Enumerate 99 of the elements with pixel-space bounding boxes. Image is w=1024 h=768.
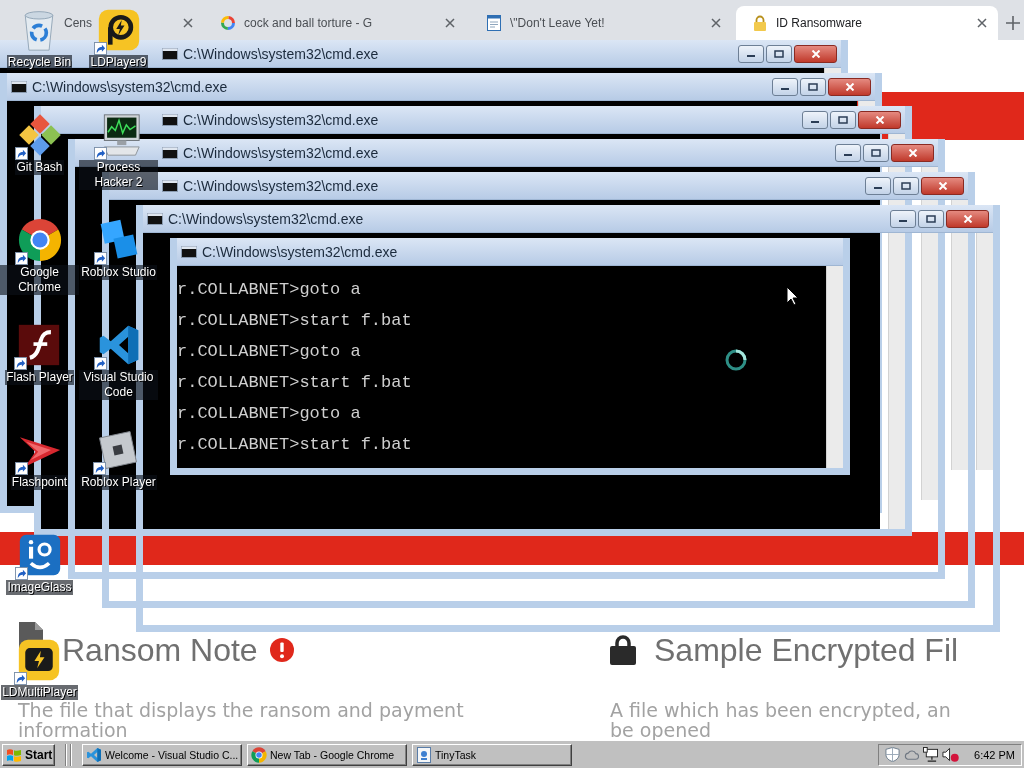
f-logo-icon[interactable] [17, 323, 62, 367]
minimize-button[interactable] [738, 44, 764, 63]
window-title: C:\Windows\system32\cmd.exe [183, 111, 379, 128]
alert-icon [269, 638, 294, 662]
maximize-button[interactable] [800, 77, 826, 96]
minimize-button[interactable] [890, 209, 916, 228]
window-app-icon [416, 746, 432, 763]
maximize-button[interactable] [830, 110, 856, 129]
console-line: r.COLLABNET>start f.bat [177, 434, 412, 456]
console-icon [11, 80, 27, 93]
icon-label[interactable]: ImageGlass [6, 580, 73, 595]
close-button[interactable] [794, 44, 837, 63]
window-title: C:\Windows\system32\cmd.exe [202, 243, 398, 260]
plus-icon[interactable] [1006, 16, 1020, 30]
browser-tab[interactable]: \"Don't Leave Yet! [470, 6, 732, 40]
padlock-icon [610, 635, 636, 665]
maximize-button[interactable] [918, 209, 944, 228]
loading-spinner-icon [725, 349, 747, 371]
window-title: C:\Windows\system32\cmd.exe [183, 177, 379, 194]
close-icon [810, 49, 821, 58]
icon-label[interactable]: Git Bash [15, 160, 64, 175]
console-line: r.COLLABNET>goto a [177, 341, 361, 363]
console-line: r.COLLABNET>goto a [177, 403, 361, 425]
flag-icon [6, 746, 22, 763]
maximize-icon [901, 181, 911, 190]
console-line: r.COLLABNET>start f.bat [177, 310, 412, 332]
icon-label[interactable]: LDMultiPlayer [1, 685, 78, 700]
icon-label[interactable]: Flashpoint [10, 475, 69, 490]
clock: 6:42 PM [974, 748, 1015, 761]
speaker-icon[interactable] [942, 747, 959, 762]
close-icon[interactable] [710, 17, 722, 29]
close-icon[interactable] [182, 17, 194, 29]
document-icon [486, 15, 502, 31]
browser-tab[interactable]: Cens [64, 16, 92, 30]
window-title: C:\Windows\system32\cmd.exe [32, 78, 228, 95]
console-icon [162, 179, 178, 192]
console-line: r.COLLABNET>start f.bat [177, 372, 412, 394]
icon-label[interactable]: Process Hacker 2 [79, 160, 158, 190]
icon-label[interactable]: LDPlayer9 [89, 55, 148, 70]
icon-label[interactable]: Visual Studio Code [79, 370, 158, 400]
network-computer-icon[interactable] [923, 747, 938, 762]
taskbar-button[interactable]: TinyTask [412, 743, 572, 766]
minimize-button[interactable] [835, 143, 861, 162]
scrollbar [824, 68, 841, 73]
maximize-icon [808, 82, 818, 91]
padlock-icon [752, 15, 768, 31]
section-heading: Sample Encrypted Fil [654, 634, 959, 666]
maximize-icon [926, 214, 936, 223]
colored-ring-icon [220, 15, 236, 31]
taskbar-button[interactable]: New Tab - Google Chrome [247, 743, 407, 766]
section-description: The file that displays the ransom and payment information [18, 700, 464, 740]
icon-label[interactable]: Google Chrome [0, 265, 79, 295]
close-icon [937, 181, 948, 190]
maximize-icon [838, 115, 848, 124]
start-button[interactable]: Start [2, 743, 55, 766]
minimize-button[interactable] [865, 176, 891, 195]
maximize-button[interactable] [863, 143, 889, 162]
maximize-icon [774, 49, 784, 58]
browser-tab[interactable]: cock and ball torture - G [204, 6, 466, 40]
close-button[interactable] [828, 77, 871, 96]
diamond-tiles-icon[interactable] [17, 113, 62, 157]
icon-label[interactable]: Recycle Bin [6, 55, 73, 70]
browser-logo-icon [251, 746, 267, 763]
close-button[interactable] [891, 143, 934, 162]
close-icon [844, 82, 855, 91]
console-icon [162, 113, 178, 126]
browser-logo-icon[interactable] [17, 218, 62, 262]
section-description: A file which has been encrypted, an be opened [610, 700, 951, 740]
close-button[interactable] [946, 209, 989, 228]
console-icon [162, 146, 178, 159]
browser-tab[interactable]: ID Ransomware [736, 6, 998, 40]
close-icon [907, 148, 918, 157]
code-editor-logo-icon [86, 746, 102, 763]
scrollbar [858, 101, 875, 106]
maximize-button[interactable] [893, 176, 919, 195]
close-icon [874, 115, 885, 124]
close-icon[interactable] [976, 17, 988, 29]
shield-icon[interactable] [885, 747, 900, 762]
icon-label[interactable]: Roblox Player [80, 475, 157, 490]
window-title: C:\Windows\system32\cmd.exe [183, 144, 379, 161]
console-icon [147, 212, 163, 225]
maximize-button[interactable] [766, 44, 792, 63]
console-icon [181, 245, 197, 258]
window-title: C:\Windows\system32\cmd.exe [183, 45, 379, 62]
close-button[interactable] [921, 176, 964, 195]
minimize-button[interactable] [802, 110, 828, 129]
mouse-pointer-icon [786, 286, 799, 306]
close-button[interactable] [858, 110, 901, 129]
maximize-icon [871, 148, 881, 157]
minimize-button[interactable] [772, 77, 798, 96]
console-line: r.COLLABNET>goto a [177, 279, 361, 301]
icon-label[interactable]: Roblox Studio [80, 265, 157, 280]
taskbar-button[interactable]: Welcome - Visual Studio C... [82, 743, 242, 766]
section-heading: Ransom Note [62, 634, 258, 666]
window-title: C:\Windows\system32\cmd.exe [168, 210, 364, 227]
close-icon[interactable] [444, 17, 456, 29]
console-icon [162, 47, 178, 60]
close-icon [962, 214, 973, 223]
icon-label[interactable]: Flash Player [5, 370, 74, 385]
